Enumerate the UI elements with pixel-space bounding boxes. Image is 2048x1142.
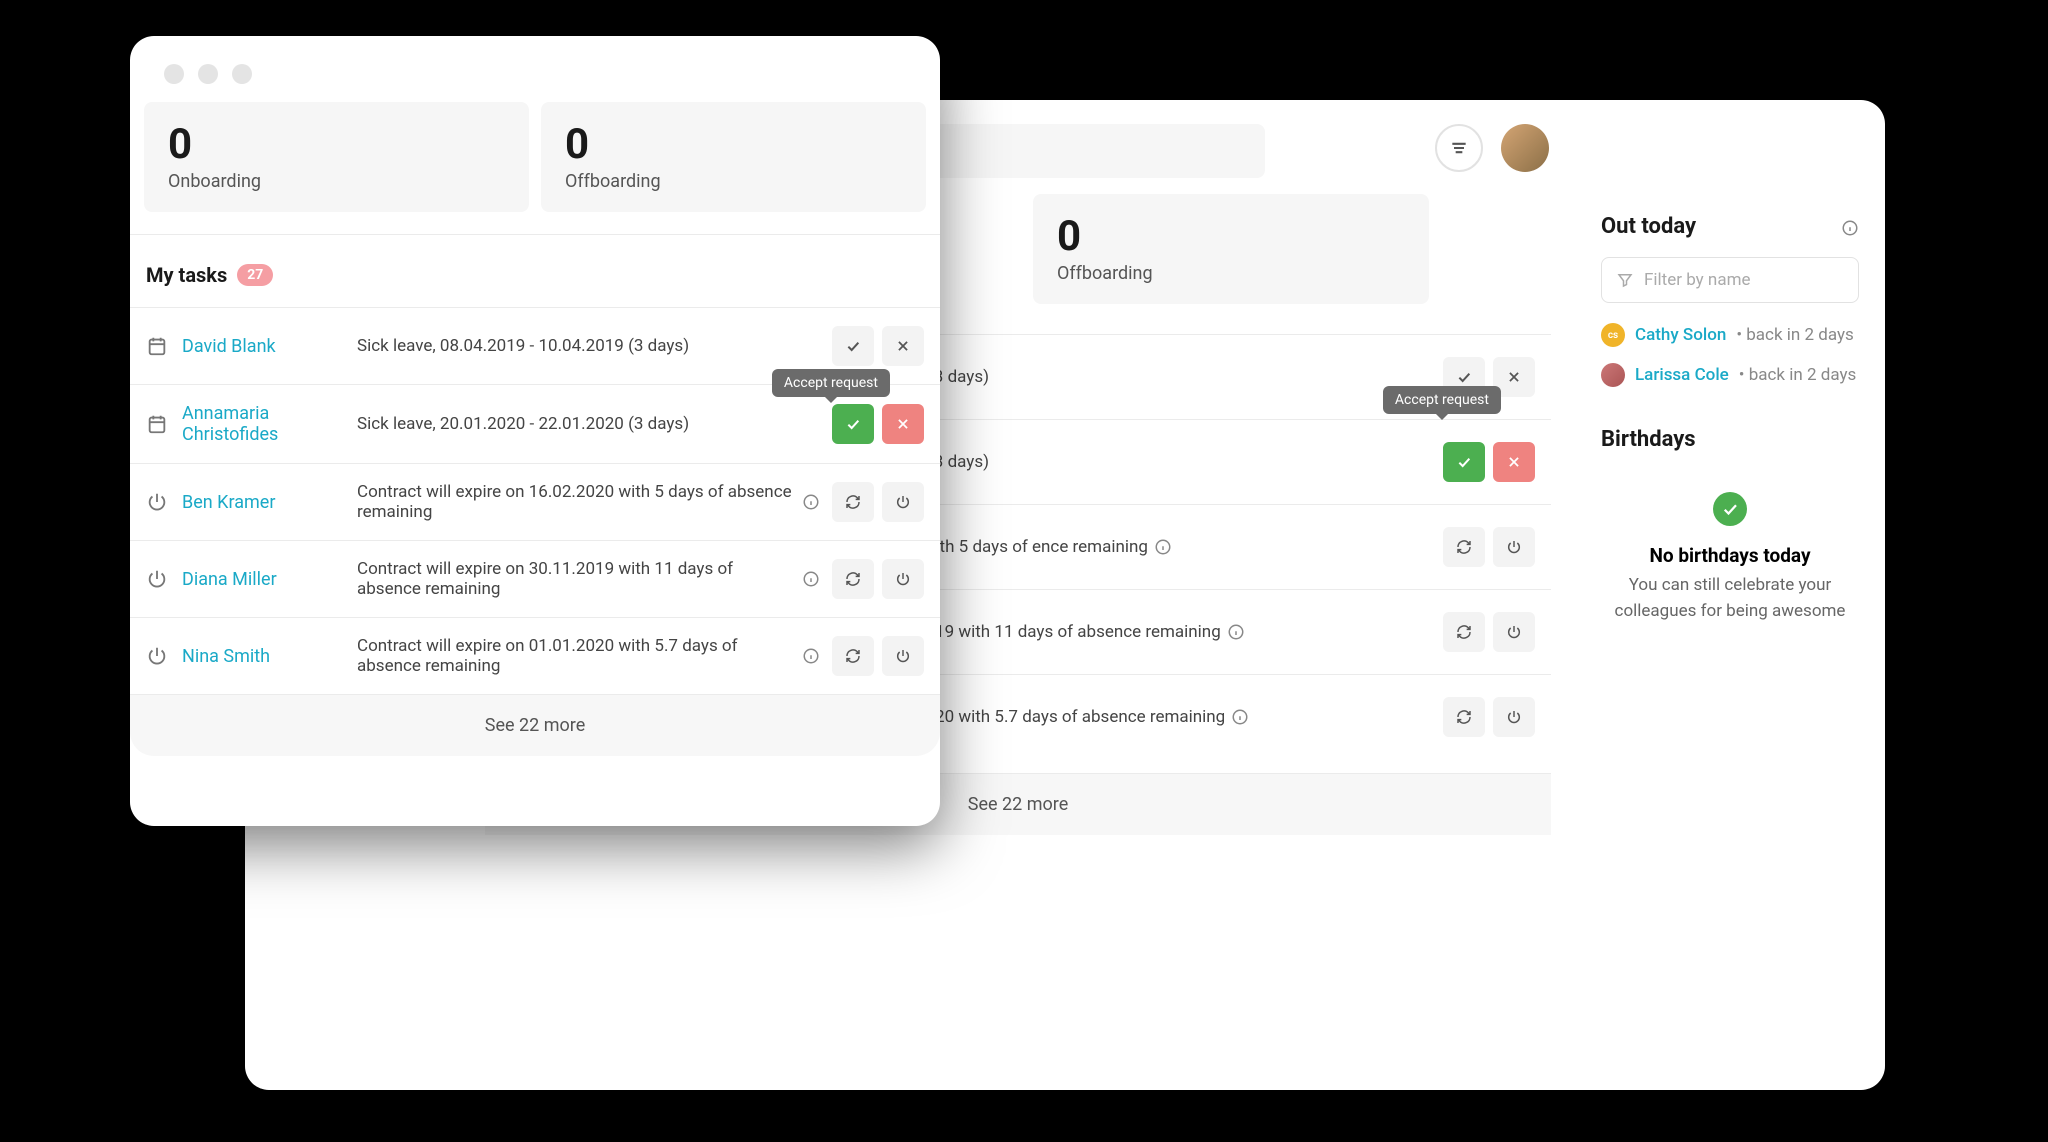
task-user-link[interactable]: Annamaria Christofides (182, 403, 357, 445)
avatar (1601, 363, 1625, 387)
reject-button[interactable] (882, 404, 924, 444)
stat-offboarding[interactable]: 0 Offboarding (1033, 194, 1429, 304)
window-maximize[interactable] (232, 64, 252, 84)
out-name[interactable]: Larissa Cole (1635, 365, 1729, 385)
reject-button[interactable] (882, 326, 924, 366)
task-user-link[interactable]: David Blank (182, 336, 357, 357)
power-button[interactable] (1493, 612, 1535, 652)
out-meta: • back in 2 days (1736, 325, 1854, 345)
info-icon[interactable] (1154, 538, 1172, 556)
task-row: Ben Kramer Contract will expire on 16.02… (130, 463, 940, 540)
task-desc: Sick leave, 08.04.2019 - 10.04.2019 (3 d… (357, 336, 832, 356)
refresh-button[interactable] (832, 636, 874, 676)
power-icon (146, 568, 168, 590)
task-row: Nina Smith Contract will expire on 01.01… (130, 617, 940, 694)
calendar-icon (146, 413, 168, 435)
filter-placeholder: Filter by name (1644, 270, 1751, 290)
calendar-icon (146, 335, 168, 357)
info-icon[interactable] (1227, 623, 1245, 641)
front-window: 0 Onboarding 0 Offboarding My tasks 27 D… (130, 36, 940, 826)
stat-onboarding[interactable]: 0 Onboarding (144, 102, 529, 212)
birthdays-empty-sub: You can still celebrate your colleagues … (1601, 573, 1859, 624)
settings-button[interactable] (1435, 124, 1483, 172)
out-today-row: Larissa Cole • back in 2 days (1601, 363, 1859, 387)
out-today-title: Out today (1601, 214, 1696, 239)
info-icon[interactable] (1841, 218, 1859, 236)
accept-button[interactable] (832, 326, 874, 366)
stat-offboarding[interactable]: 0 Offboarding (541, 102, 926, 212)
out-today-row: cs Cathy Solon • back in 2 days (1601, 323, 1859, 347)
refresh-button[interactable] (832, 559, 874, 599)
info-icon[interactable] (1231, 708, 1249, 726)
stat-value: 0 (168, 120, 505, 169)
reject-button[interactable] (1493, 442, 1535, 482)
out-name[interactable]: Cathy Solon (1635, 325, 1726, 345)
check-icon (1713, 492, 1747, 526)
task-desc: Sick leave, 20.01.2020 - 22.01.2020 (3 d… (357, 414, 832, 434)
filter-input[interactable]: Filter by name (1601, 257, 1859, 303)
power-button[interactable] (882, 636, 924, 676)
accept-button[interactable] (1443, 442, 1485, 482)
avatar: cs (1601, 323, 1625, 347)
stat-value: 0 (1057, 212, 1405, 261)
window-minimize[interactable] (198, 64, 218, 84)
window-controls (130, 36, 940, 102)
info-icon[interactable] (802, 647, 820, 665)
power-icon (146, 491, 168, 513)
task-row: Annamaria Christofides Sick leave, 20.01… (130, 384, 940, 463)
power-icon (146, 645, 168, 667)
accept-button[interactable] (832, 404, 874, 444)
stat-label: Offboarding (1057, 263, 1405, 284)
out-meta: • back in 2 days (1739, 365, 1857, 385)
refresh-button[interactable] (832, 482, 874, 522)
task-desc: Contract will expire on 01.01.2020 with … (357, 636, 832, 676)
power-button[interactable] (882, 482, 924, 522)
birthdays-section: Birthdays No birthdays today You can sti… (1601, 427, 1859, 624)
info-icon[interactable] (802, 493, 820, 511)
task-desc: Contract will expire on 16.02.2020 with … (357, 482, 832, 522)
see-more-button[interactable]: See 22 more (130, 694, 940, 756)
task-row: Diana Miller Contract will expire on 30.… (130, 540, 940, 617)
accept-tooltip: Accept request (772, 369, 890, 397)
info-icon[interactable] (802, 570, 820, 588)
refresh-button[interactable] (1443, 527, 1485, 567)
refresh-button[interactable] (1443, 697, 1485, 737)
power-button[interactable] (1493, 697, 1535, 737)
right-sidebar: Out today Filter by name cs Cathy Solon … (1575, 100, 1885, 1090)
stat-label: Onboarding (168, 171, 505, 192)
window-close[interactable] (164, 64, 184, 84)
user-avatar[interactable] (1501, 124, 1549, 172)
stat-label: Offboarding (565, 171, 902, 192)
task-user-link[interactable]: Diana Miller (182, 569, 357, 590)
task-count-badge: 27 (237, 264, 273, 286)
task-desc: Contract will expire on 30.11.2019 with … (357, 559, 832, 599)
birthdays-empty-title: No birthdays today (1601, 544, 1859, 567)
filter-icon (1616, 271, 1634, 289)
stat-value: 0 (565, 120, 902, 169)
refresh-button[interactable] (1443, 612, 1485, 652)
power-button[interactable] (882, 559, 924, 599)
power-button[interactable] (1493, 527, 1535, 567)
my-tasks-title: My tasks (146, 263, 227, 287)
task-user-link[interactable]: Ben Kramer (182, 492, 357, 513)
task-user-link[interactable]: Nina Smith (182, 646, 357, 667)
birthdays-title: Birthdays (1601, 427, 1859, 452)
accept-tooltip: Accept request (1383, 386, 1501, 414)
